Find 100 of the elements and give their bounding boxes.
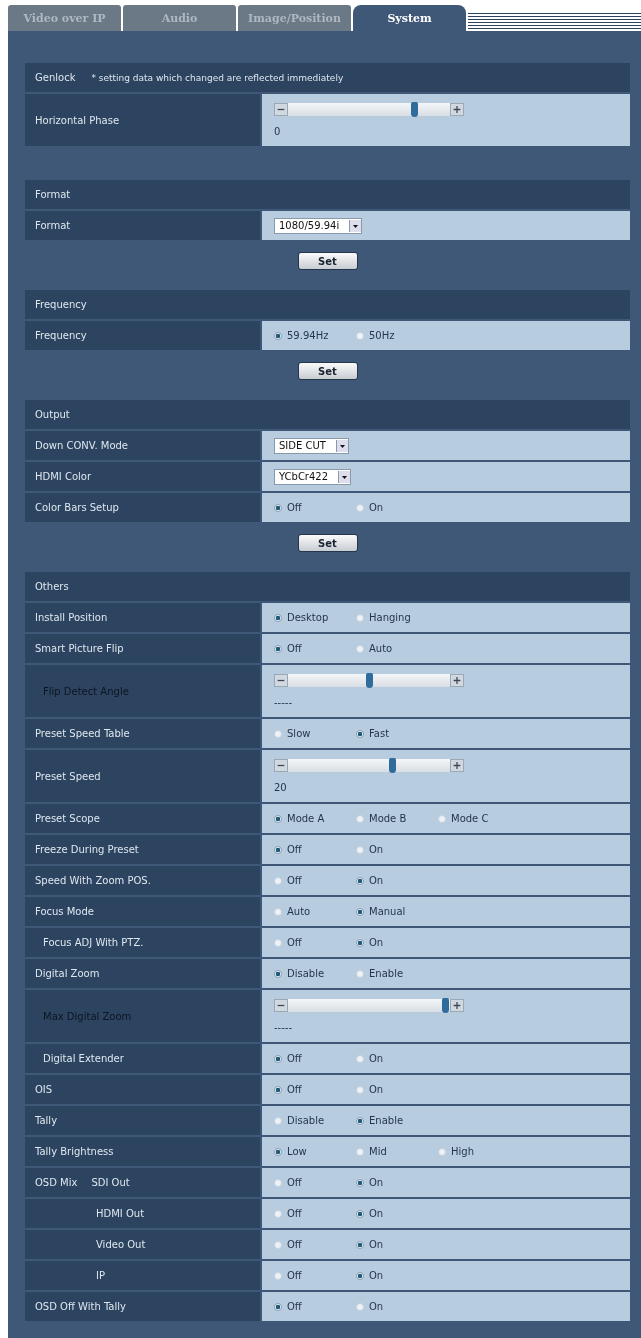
option-label: Off [287,844,302,855]
radio-button[interactable] [356,644,364,653]
plus-icon[interactable] [450,999,464,1012]
option-label: Enable [369,968,404,979]
slider-thumb[interactable] [388,758,396,773]
section-title: Output [35,409,70,420]
option-label: On [369,937,384,948]
radio-button[interactable] [356,969,364,978]
caret-icon[interactable] [338,470,351,483]
plus-icon[interactable] [450,674,464,687]
section-title: Others [35,581,69,592]
setting-label: Focus ADJ With PTZ. [43,937,144,948]
radio-button[interactable] [356,613,364,622]
plus-icon[interactable] [450,103,464,116]
radio-button[interactable] [274,969,282,978]
radio-button[interactable] [274,1085,282,1094]
slider[interactable] [274,674,464,687]
radio-button[interactable] [274,613,282,622]
setting-label: Digital Extender [43,1053,124,1064]
radio-button[interactable] [274,1116,282,1125]
option-label: On [369,1270,384,1281]
setting-label: Speed With Zoom POS. [35,875,151,886]
radio-button[interactable] [356,1147,364,1156]
setting-label: Tally Brightness [35,1146,114,1157]
setting-label: OSD Off With Tally [35,1301,126,1312]
radio-button[interactable] [274,938,282,947]
radio-button[interactable] [356,876,364,885]
radio-button[interactable] [356,938,364,947]
value-reading: 20 [274,782,288,793]
radio-button[interactable] [356,331,364,340]
radio-button[interactable] [356,1085,364,1094]
option-label: Mid [369,1146,387,1157]
setting-label: HDMI Color [35,471,92,482]
option-label: Disable [287,968,325,979]
set-button[interactable]: Set [297,534,358,552]
option-label: Off [287,1301,302,1312]
setting-label: SDI Out [91,1177,130,1188]
value-reading: ----- [274,697,294,708]
tab[interactable]: System [353,5,466,31]
option-label: Off [287,1208,302,1219]
option-label: On [369,875,384,886]
option-label: Auto [369,643,393,654]
radio-button[interactable] [356,1209,364,1218]
setting-group-label: OSD Mix [35,1177,78,1188]
slider[interactable] [274,759,464,772]
dropdown[interactable]: 1080/59.94i [274,217,363,234]
radio-button[interactable] [274,907,282,916]
minus-icon[interactable] [274,674,288,687]
radio-button[interactable] [356,1116,364,1125]
option-label: Disable [287,1115,325,1126]
radio-button[interactable] [274,503,282,512]
radio-button[interactable] [274,644,282,653]
radio-button[interactable] [274,1209,282,1218]
radio-button[interactable] [274,1147,282,1156]
setting-label: HDMI Out [96,1208,145,1219]
radio-button[interactable] [274,814,282,823]
radio-button[interactable] [356,1178,364,1187]
minus-icon[interactable] [274,759,288,772]
value-reading: 0 [274,126,282,137]
radio-button[interactable] [356,1271,364,1280]
option-label: 59.94Hz [287,330,329,341]
dropdown[interactable]: YCbCr422 [274,468,352,485]
radio-button[interactable] [274,845,282,854]
radio-button[interactable] [274,1240,282,1249]
radio-button[interactable] [356,907,364,916]
radio-button[interactable] [438,814,446,823]
slider[interactable] [274,103,464,116]
setting-label: Flip Detect Angle [43,685,129,697]
radio-button[interactable] [274,876,282,885]
radio-button[interactable] [356,1302,364,1311]
dropdown[interactable]: SIDE CUT [274,437,349,454]
radio-button[interactable] [356,845,364,854]
radio-button[interactable] [356,729,364,738]
minus-icon[interactable] [274,103,288,116]
set-button[interactable]: Set [297,252,358,270]
radio-button[interactable] [438,1147,446,1156]
option-label: Off [287,1239,302,1250]
radio-button[interactable] [356,1240,364,1249]
option-label: Off [287,1270,302,1281]
minus-icon[interactable] [274,999,288,1012]
caret-icon[interactable] [349,219,362,232]
setting-label: OIS [35,1084,53,1095]
radio-button[interactable] [274,1054,282,1063]
radio-button[interactable] [274,1271,282,1280]
plus-icon[interactable] [450,759,464,772]
option-label: Off [287,875,302,886]
radio-button[interactable] [356,814,364,823]
slider-thumb[interactable] [411,102,419,117]
radio-button[interactable] [274,1302,282,1311]
radio-button[interactable] [356,1054,364,1063]
radio-button[interactable] [356,503,364,512]
radio-button[interactable] [274,1178,282,1187]
radio-button[interactable] [274,331,282,340]
caret-icon[interactable] [335,439,348,452]
option-label: Off [287,643,302,654]
option-label: Desktop [287,612,329,623]
slider[interactable] [274,999,464,1012]
set-button[interactable]: Set [297,362,358,380]
setting-label: Freeze During Preset [35,844,139,855]
radio-button[interactable] [274,729,282,738]
